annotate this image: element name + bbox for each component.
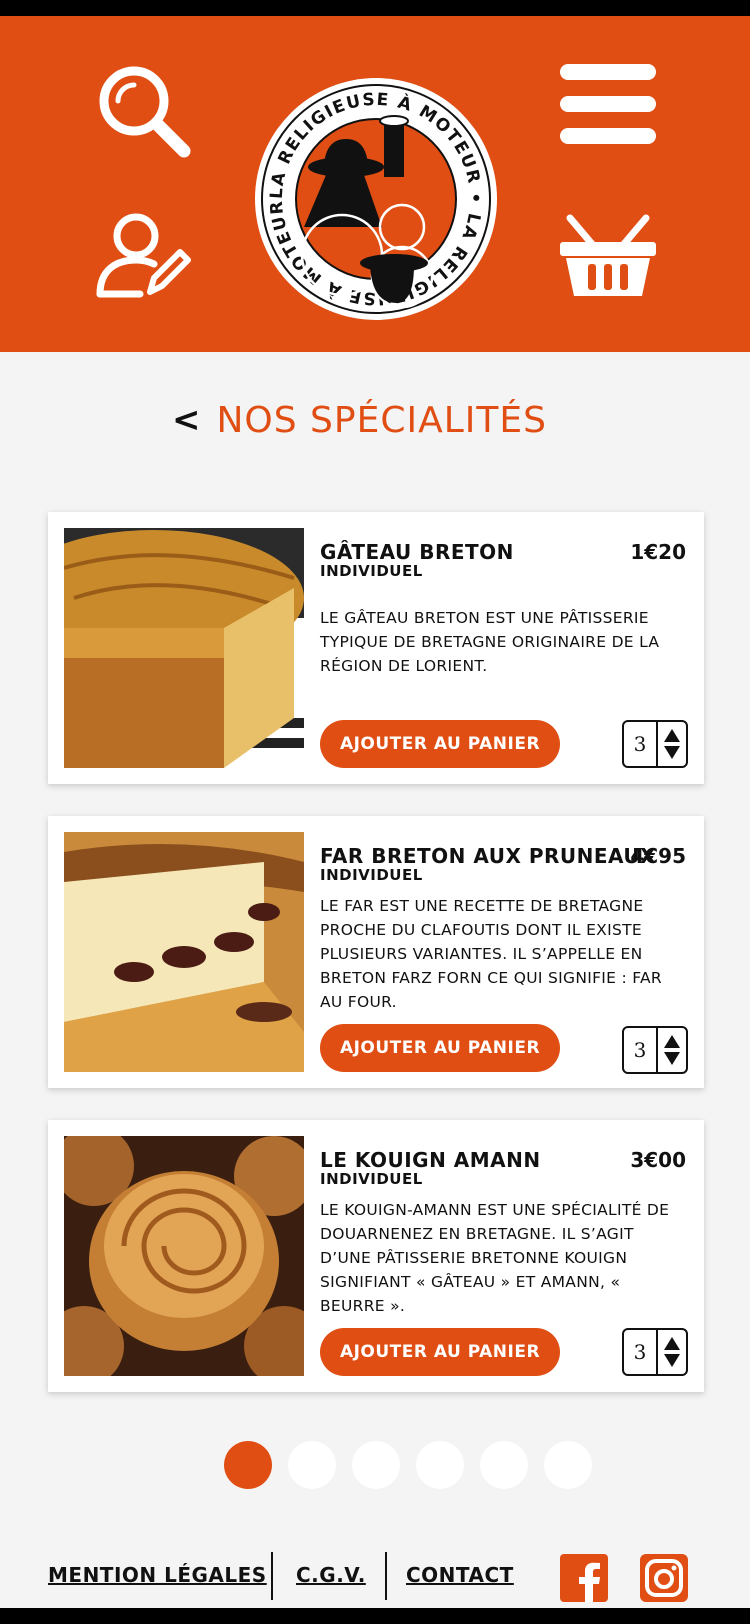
brand-logo[interactable]: LA RELIGIEUSE À MOTEUR • LA RELIGIEUSE À…	[248, 62, 498, 321]
product-subtitle: INDIVIDUEL	[320, 562, 423, 580]
decrement-arrow-icon[interactable]	[664, 1052, 680, 1065]
quantity-value[interactable]: 3	[624, 722, 658, 766]
footer-link-cgv[interactable]: C.G.V.	[296, 1563, 366, 1587]
product-card-gateau-breton: GÂTEAU BRETON 1€20 INDIVIDUEL LE GÂTEAU …	[48, 512, 704, 784]
increment-arrow-icon[interactable]	[664, 1035, 680, 1048]
product-name[interactable]: GÂTEAU BRETON	[320, 540, 514, 564]
product-image[interactable]	[64, 1136, 304, 1376]
product-description: LE KOUIGN-AMANN EST UNE SPÉCIALITÉ DE DO…	[320, 1201, 670, 1315]
decrement-arrow-icon[interactable]	[664, 1354, 680, 1367]
add-to-cart-button[interactable]: AJOUTER AU PANIER	[320, 1024, 560, 1072]
product-price: 1€20	[630, 540, 686, 564]
user-edit-icon[interactable]	[96, 212, 192, 302]
quantity-value[interactable]: 3	[624, 1028, 658, 1072]
increment-arrow-icon[interactable]	[664, 1337, 680, 1350]
home-indicator-bar	[0, 1608, 750, 1624]
status-bar	[0, 0, 750, 16]
product-image[interactable]	[64, 832, 304, 1072]
pagination	[224, 1441, 592, 1489]
facebook-icon[interactable]	[560, 1554, 608, 1606]
pagination-dot-6[interactable]	[544, 1441, 592, 1489]
product-name[interactable]: LE KOUIGN AMANN	[320, 1148, 541, 1172]
basket-icon[interactable]	[560, 212, 656, 302]
product-price: 3€00	[630, 1148, 686, 1172]
product-price: 4€95	[630, 844, 686, 868]
product-card-far-breton: FAR BRETON AUX PRUNEAUX 4€95 INDIVIDUEL …	[48, 816, 704, 1088]
page-title-row: < NOS SPÉCIALITÉS	[172, 395, 547, 445]
instagram-icon[interactable]	[640, 1554, 688, 1606]
footer-divider	[271, 1552, 273, 1600]
footer-link-contact[interactable]: CONTACT	[406, 1563, 514, 1587]
product-card-kouign-amann: LE KOUIGN AMANN 3€00 INDIVIDUEL LE KOUIG…	[48, 1120, 704, 1392]
quantity-stepper[interactable]: 3	[622, 720, 688, 768]
product-image[interactable]	[64, 528, 304, 768]
footer-link-mentions-legales[interactable]: MENTION LÉGALES	[48, 1563, 267, 1587]
quantity-stepper[interactable]: 3	[622, 1026, 688, 1074]
pagination-dot-5[interactable]	[480, 1441, 528, 1489]
product-subtitle: INDIVIDUEL	[320, 1170, 423, 1188]
header: LA RELIGIEUSE À MOTEUR • LA RELIGIEUSE À…	[0, 16, 750, 352]
add-to-cart-button[interactable]: AJOUTER AU PANIER	[320, 720, 560, 768]
back-button[interactable]: <	[172, 400, 201, 440]
pagination-dot-3[interactable]	[352, 1441, 400, 1489]
page-title: NOS SPÉCIALITÉS	[216, 399, 548, 441]
product-description: LE GÂTEAU BRETON EST UNE PÂTISSERIE TYPI…	[320, 609, 660, 675]
add-to-cart-button[interactable]: AJOUTER AU PANIER	[320, 1328, 560, 1376]
increment-arrow-icon[interactable]	[664, 729, 680, 742]
quantity-stepper[interactable]: 3	[622, 1328, 688, 1376]
menu-icon[interactable]	[560, 64, 656, 148]
pagination-dot-2[interactable]	[288, 1441, 336, 1489]
decrement-arrow-icon[interactable]	[664, 746, 680, 759]
pagination-dot-4[interactable]	[416, 1441, 464, 1489]
footer-divider	[385, 1552, 387, 1600]
search-icon[interactable]	[96, 63, 192, 163]
product-description: LE FAR EST UNE RECETTE DE BRETAGNE PROCH…	[320, 897, 663, 1011]
quantity-value[interactable]: 3	[624, 1330, 658, 1374]
product-subtitle: INDIVIDUEL	[320, 866, 423, 884]
product-name[interactable]: FAR BRETON AUX PRUNEAUX	[320, 844, 656, 868]
pagination-dot-1[interactable]	[224, 1441, 272, 1489]
